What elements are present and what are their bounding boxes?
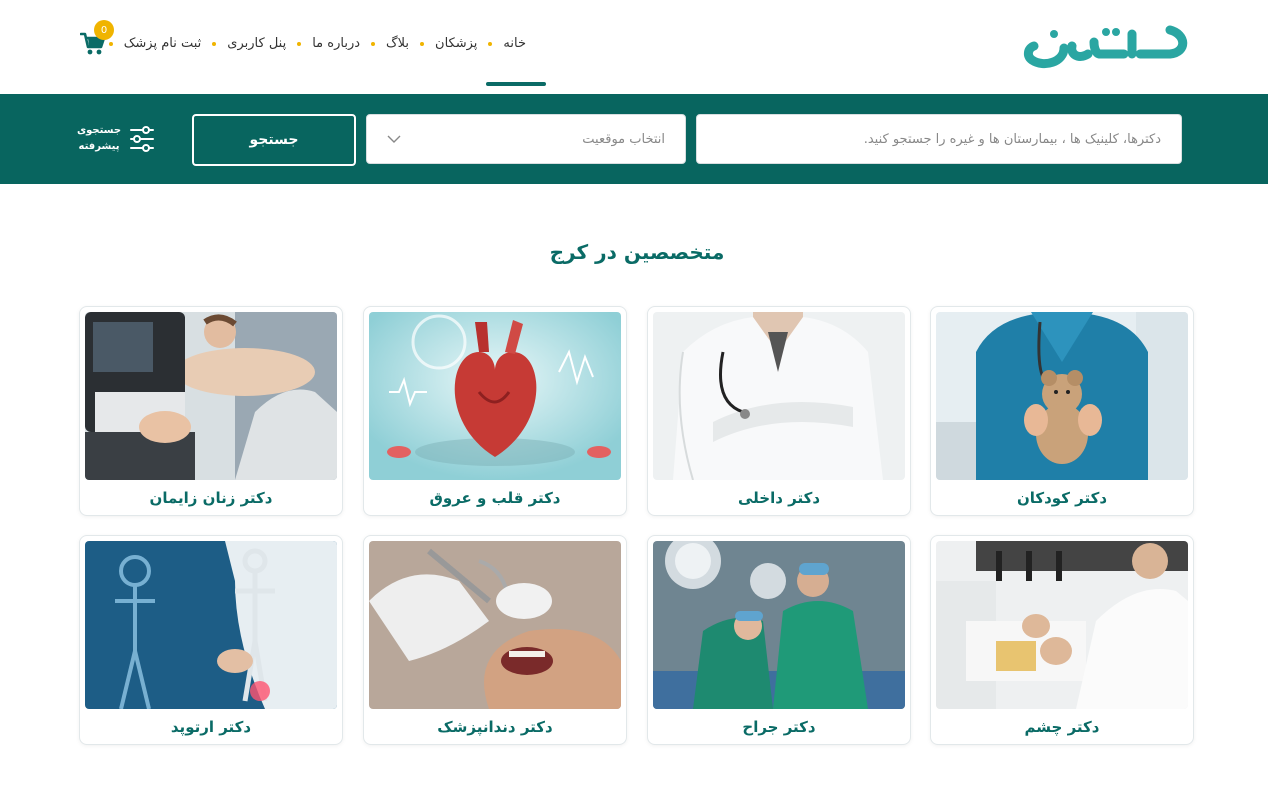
nav-item-label: بلاگ <box>386 36 410 51</box>
nav-separator-dot <box>488 41 493 46</box>
surgery-photo <box>653 541 905 709</box>
specialty-card-label: دکتر دندانپزشک <box>437 718 553 736</box>
specialty-card-label: دکتر چشم <box>1024 718 1100 736</box>
nav-separator-dot <box>420 41 425 46</box>
nav-item-doctors[interactable]: پزشکان <box>433 36 479 51</box>
nav-active-indicator <box>486 82 546 86</box>
specialty-card-label: دکتر ارتوپد <box>170 718 252 736</box>
nav-item-blog[interactable]: بلاگ <box>384 36 411 51</box>
search-bar: دکترها، کلینیک ها ، بیمارستان ها و غیره … <box>0 94 1268 184</box>
nav-item-label: ثبت نام پزشک <box>123 36 202 51</box>
filter-sliders-icon <box>130 126 154 152</box>
specialty-card-surgery[interactable]: دکتر جراح <box>647 535 911 745</box>
search-button[interactable]: جستجو <box>192 114 356 166</box>
internal-doctor-photo <box>653 312 905 480</box>
specialty-card-label: دکتر داخلی <box>737 489 821 507</box>
nav-item-label: پنل کاربری <box>227 36 287 51</box>
logo-wordmark-icon <box>1023 25 1188 68</box>
advanced-search-label-line1: جستجوی <box>76 125 122 136</box>
specialty-card-label: دکتر قلب و عروق <box>429 489 561 507</box>
nav-item-about[interactable]: درباره ما <box>310 36 362 51</box>
nav-separator-dot <box>212 41 217 46</box>
search-input[interactable]: دکترها، کلینیک ها ، بیمارستان ها و غیره … <box>696 114 1182 164</box>
specialty-card-pediatrics[interactable]: دکتر کودکان <box>930 306 1194 516</box>
nav-item-user-panel[interactable]: پنل کاربری <box>225 36 288 51</box>
main-nav: خانه پزشکان بلاگ درباره ما پنل کاربری ثب… <box>100 36 528 51</box>
nav-separator-dot <box>297 41 302 46</box>
location-select[interactable]: انتخاب موقعیت <box>366 114 686 164</box>
dentist-photo <box>369 541 621 709</box>
cart-button[interactable]: 0 <box>80 20 116 58</box>
advanced-search-label-line2: پیشرفته <box>78 141 120 152</box>
site-logo[interactable] <box>1020 18 1195 78</box>
ultrasound-photo <box>85 312 337 480</box>
pediatric-doctor-photo <box>936 312 1188 480</box>
cart-count-badge: 0 <box>94 20 114 40</box>
site-header: خانه پزشکان بلاگ درباره ما پنل کاربری ثب… <box>0 0 1268 94</box>
specialty-card-label: دکتر جراح <box>742 718 816 736</box>
skeleton-photo <box>85 541 337 709</box>
eye-doctor-photo <box>936 541 1188 709</box>
specialty-card-dentist[interactable]: دکتر دندانپزشک <box>363 535 627 745</box>
heart-photo <box>369 312 621 480</box>
specialty-card-ophthalmology[interactable]: دکتر چشم <box>930 535 1194 745</box>
nav-separator-dot <box>371 41 376 46</box>
advanced-search-button[interactable]: جستجوی پیشرفته <box>76 122 158 158</box>
specialty-card-gynecology[interactable]: دکتر زنان زایمان <box>79 306 343 516</box>
specialty-card-orthopedics[interactable]: دکتر ارتوپد <box>79 535 343 745</box>
chevron-down-icon <box>387 135 401 143</box>
nav-item-doctor-signup[interactable]: ثبت نام پزشک <box>122 36 204 51</box>
section-title: متخصصین در کرج <box>549 240 725 264</box>
advanced-search-label: جستجوی پیشرفته <box>76 123 122 155</box>
nav-item-label: درباره ما <box>312 36 361 51</box>
specialty-card-label: دکتر کودکان <box>1016 489 1108 507</box>
specialty-card-internal[interactable]: دکتر داخلی <box>647 306 911 516</box>
nav-item-label: پزشکان <box>435 36 478 51</box>
specialty-card-cardiology[interactable]: دکتر قلب و عروق <box>363 306 627 516</box>
location-select-placeholder: انتخاب موقعیت <box>582 131 665 147</box>
nav-item-home[interactable]: خانه <box>501 36 528 51</box>
nav-item-label: خانه <box>503 36 526 51</box>
specialty-card-label: دکتر زنان زایمان <box>149 489 273 507</box>
